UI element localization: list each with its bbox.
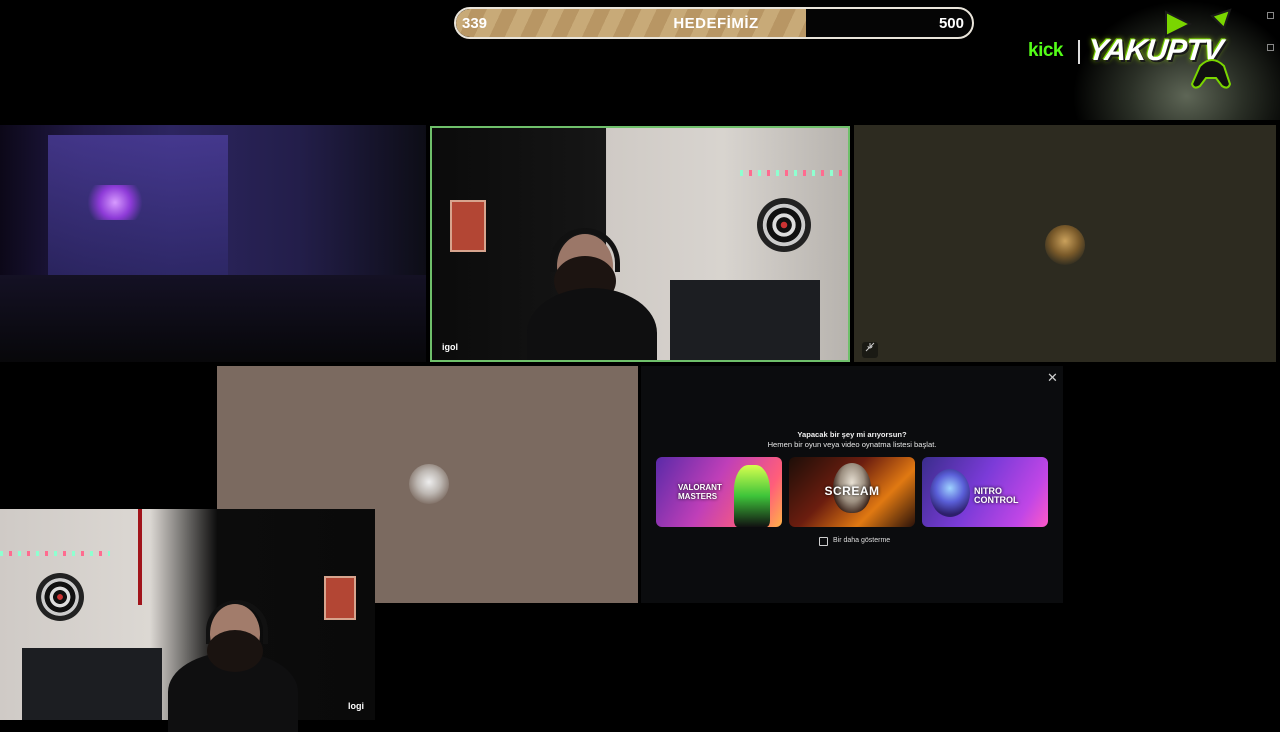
panel-subtitle: Hemen bir oyun veya video oynatma listes… xyxy=(767,440,937,449)
platform-logo: kick xyxy=(1028,40,1063,61)
camera-brand-tag: igol xyxy=(442,342,458,352)
monitor xyxy=(22,648,162,720)
character-art xyxy=(734,465,770,527)
camera-brand-tag: logi xyxy=(348,701,364,711)
video-tile-room[interactable] xyxy=(0,125,426,362)
goal-max-value: 500 xyxy=(938,15,964,32)
gamepad-logo-icon xyxy=(1165,8,1232,89)
string-lights xyxy=(0,551,110,556)
mic-muted-icon xyxy=(862,342,878,358)
activity-card-valorant[interactable]: VALORANT MASTERS xyxy=(656,457,782,527)
character-art xyxy=(930,469,970,517)
activity-card-nitro-control[interactable]: NITRO CONTROL xyxy=(922,457,1048,527)
goal-progress-bar: 339 HEDEFİMİZ 500 xyxy=(454,7,974,39)
dont-show-again-label: Bir daha gösterme xyxy=(833,537,891,544)
monitor xyxy=(670,280,820,360)
video-tile-active-speaker[interactable]: igol xyxy=(430,126,850,362)
dartboard xyxy=(757,198,811,252)
led-shelf xyxy=(80,185,150,220)
activity-card-scream[interactable]: SCREAM xyxy=(789,457,915,527)
window-control-icon[interactable] xyxy=(1267,12,1274,19)
wall-portrait xyxy=(324,576,356,620)
dartboard xyxy=(36,573,84,621)
activity-card-label: VALORANT MASTERS xyxy=(678,483,722,501)
logo-divider xyxy=(1078,40,1080,64)
activity-suggestion-panel: ✕ Yapacak bir şey mi arıyorsun? Hemen bi… xyxy=(641,366,1063,603)
checkbox-icon[interactable] xyxy=(819,537,828,546)
wall-portrait xyxy=(450,200,486,252)
close-icon[interactable]: ✕ xyxy=(1047,370,1058,386)
video-tile-avatar-olive[interactable] xyxy=(854,125,1276,362)
activity-card-label: SCREAM xyxy=(824,484,880,498)
goal-title: HEDEFİMİZ xyxy=(673,15,759,32)
window-control-icon[interactable] xyxy=(1267,44,1274,51)
user-avatar xyxy=(1045,225,1085,265)
string-lights xyxy=(740,170,848,176)
activity-card-label: NITRO CONTROL xyxy=(974,486,1019,505)
user-avatar xyxy=(409,464,449,504)
panel-title: Yapacak bir şey mi arıyorsun? xyxy=(797,430,907,439)
